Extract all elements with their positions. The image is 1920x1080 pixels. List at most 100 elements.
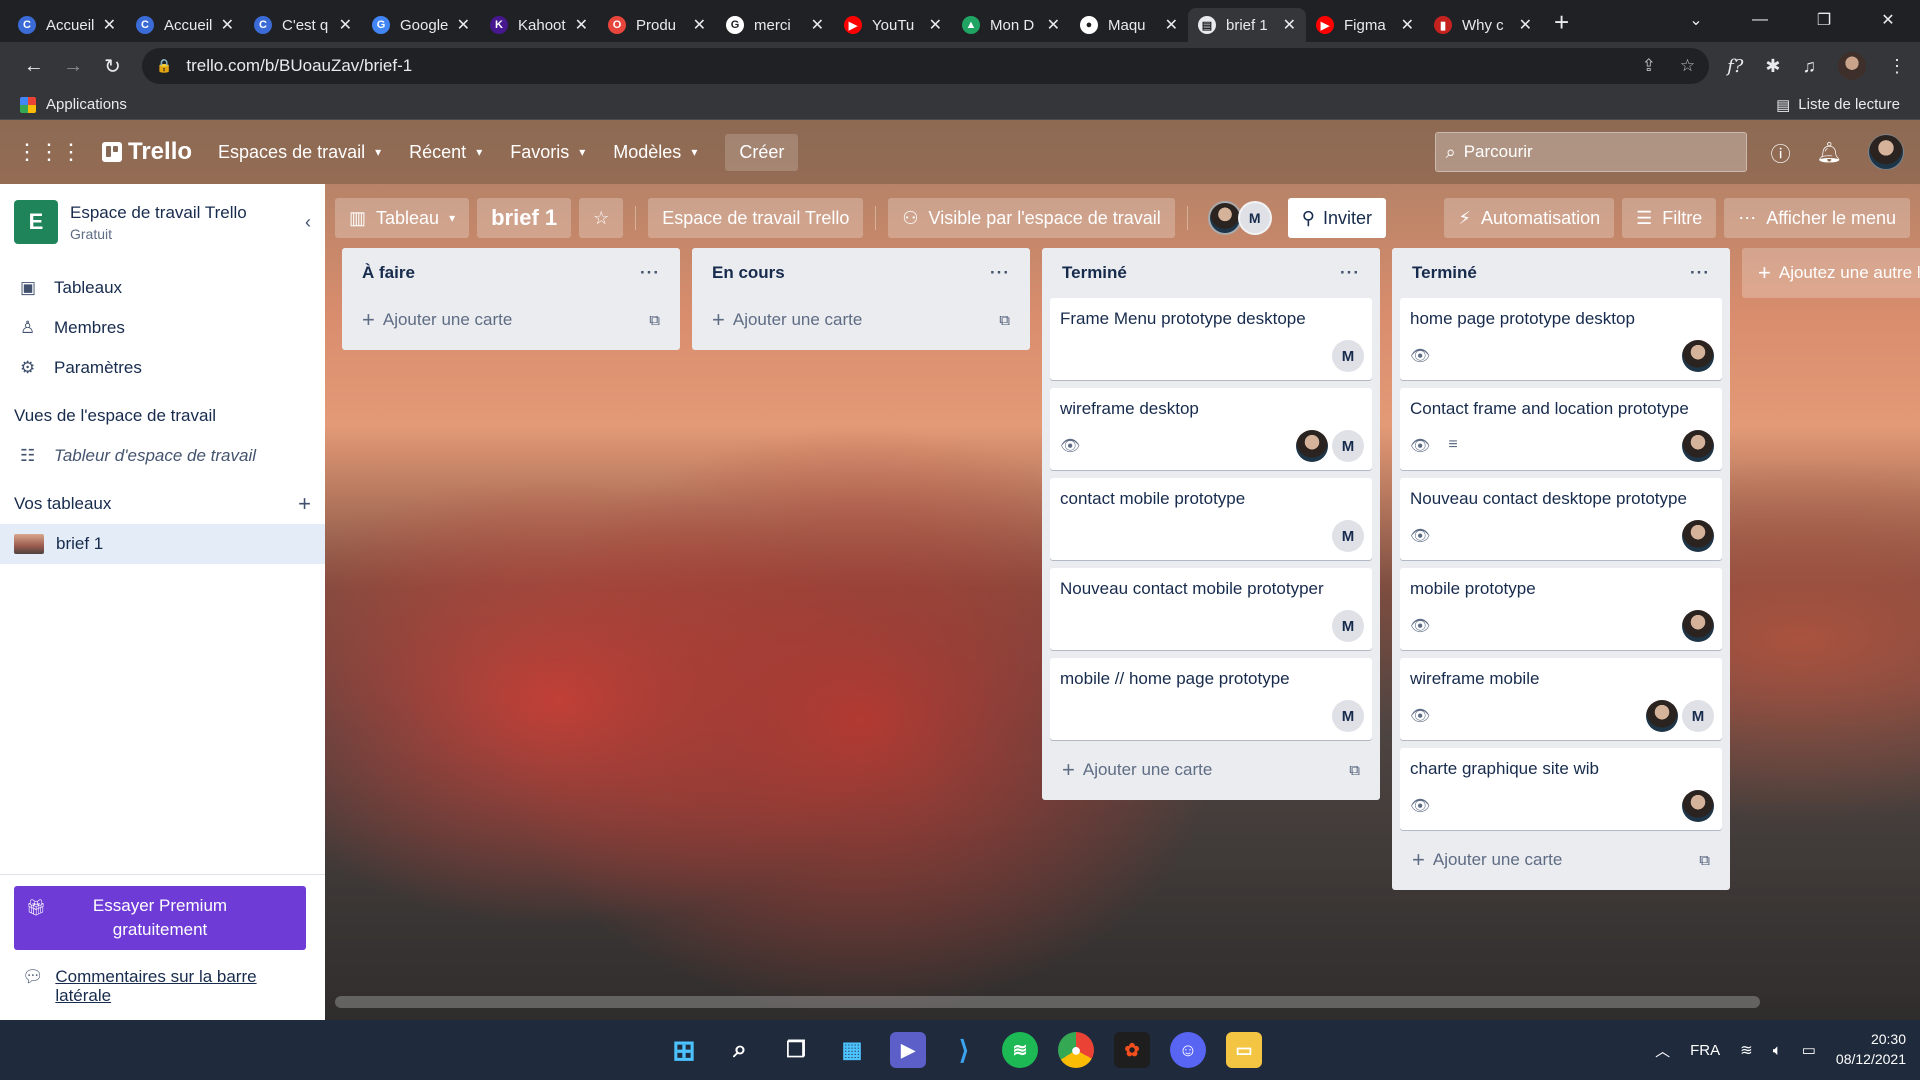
browser-tab[interactable]: ▲ Mon D ✕ xyxy=(952,8,1070,42)
list-header[interactable]: Terminé ··· xyxy=(1050,248,1372,298)
browser-tab[interactable]: C C'est q ✕ xyxy=(244,8,362,42)
member-avatar[interactable] xyxy=(1682,340,1714,372)
info-icon[interactable]: ⓘ xyxy=(1771,138,1791,167)
browser-tab[interactable]: ▮ Why c ✕ xyxy=(1424,8,1542,42)
browser-tab[interactable]: O Produ ✕ xyxy=(598,8,716,42)
member-avatar-m[interactable]: M xyxy=(1332,700,1364,732)
minimize-button[interactable]: — xyxy=(1728,11,1792,29)
extensions-puzzle-icon[interactable]: ✱ xyxy=(1765,56,1780,77)
browser-tab[interactable]: ▶ YouTu ✕ xyxy=(834,8,952,42)
close-tab-icon[interactable]: ✕ xyxy=(1283,15,1296,35)
add-board-plus-icon[interactable]: + xyxy=(298,491,311,517)
list-header[interactable]: Terminé ··· xyxy=(1400,248,1722,298)
add-list-button[interactable]: +Ajoutez une autre liste xyxy=(1742,248,1920,298)
member-avatar[interactable] xyxy=(1207,201,1242,235)
browser-tab[interactable]: ● Maqu ✕ xyxy=(1070,8,1188,42)
list-title[interactable]: À faire xyxy=(362,263,415,283)
card[interactable]: Nouveau contact desktope prototype 👁︎ xyxy=(1400,478,1722,560)
nav-workspaces[interactable]: Espaces de travail ▾ xyxy=(218,142,381,163)
list-menu-icon[interactable]: ··· xyxy=(1340,263,1360,283)
reload-button[interactable]: ↻ xyxy=(93,54,132,79)
card[interactable]: wireframe desktop 👁︎ M xyxy=(1050,388,1372,470)
sidebar-item-settings[interactable]: ⚙ Paramètres xyxy=(0,348,325,388)
close-window-button[interactable]: ✕ xyxy=(1856,10,1920,30)
search-icon[interactable]: ⌕ xyxy=(722,1032,758,1068)
filter-button[interactable]: ☰ Filtre xyxy=(1622,198,1717,238)
bookmark-applications[interactable]: Applications xyxy=(46,96,127,113)
card[interactable]: Nouveau contact mobile prototyper M xyxy=(1050,568,1372,650)
close-tab-icon[interactable]: ✕ xyxy=(1519,15,1532,35)
bookmark-star-icon[interactable]: ☆ xyxy=(1680,56,1695,76)
sidebar-feedback-link[interactable]: 💬︎ Commentaires sur la barre latérale xyxy=(22,967,312,1006)
clock[interactable]: 20:30 08/12/2021 xyxy=(1836,1030,1906,1069)
list-header[interactable]: À faire ··· xyxy=(350,248,672,298)
close-tab-icon[interactable]: ✕ xyxy=(1165,15,1178,35)
tray-chevron-up-icon[interactable]: ︿ xyxy=(1655,1040,1670,1061)
browser-tab[interactable]: C Accueil ✕ xyxy=(8,8,126,42)
list-title[interactable]: Terminé xyxy=(1062,263,1127,283)
card-template-icon[interactable]: ⧉ xyxy=(649,312,660,329)
add-card-button[interactable]: + Ajouter une carte ⧉ xyxy=(700,298,1022,342)
task-view-icon[interactable]: ❐ xyxy=(778,1032,814,1068)
member-avatar[interactable] xyxy=(1682,790,1714,822)
sidebar-item-boards[interactable]: ▣ Tableaux xyxy=(0,268,325,308)
share-icon[interactable]: ⇪ xyxy=(1642,56,1656,76)
add-card-button[interactable]: + Ajouter une carte ⧉ xyxy=(350,298,672,342)
trello-logo[interactable]: Trello xyxy=(102,138,192,166)
board-list[interactable]: Terminé ··· home page prototype desktop 👁︎ C… xyxy=(1392,248,1730,890)
close-tab-icon[interactable]: ✕ xyxy=(457,15,470,35)
forward-button[interactable]: → xyxy=(53,55,92,78)
list-menu-icon[interactable]: ··· xyxy=(640,263,660,283)
close-tab-icon[interactable]: ✕ xyxy=(103,15,116,35)
nav-templates[interactable]: Modèles ▾ xyxy=(613,142,697,163)
member-avatar[interactable] xyxy=(1296,430,1328,462)
card[interactable]: mobile prototype 👁︎ xyxy=(1400,568,1722,650)
member-avatar-m[interactable]: M xyxy=(1332,340,1364,372)
close-tab-icon[interactable]: ✕ xyxy=(1401,15,1414,35)
tab-search-icon[interactable]: ⌄ xyxy=(1664,10,1728,30)
volume-icon[interactable]: 🔈︎ xyxy=(1773,1042,1782,1059)
card[interactable]: home page prototype desktop 👁︎ xyxy=(1400,298,1722,380)
member-avatar[interactable] xyxy=(1646,700,1678,732)
board-list[interactable]: En cours ··· + Ajouter une carte ⧉ xyxy=(692,248,1030,350)
figma-icon[interactable]: ✿ xyxy=(1114,1032,1150,1068)
member-avatar[interactable] xyxy=(1682,520,1714,552)
member-avatar[interactable] xyxy=(1682,430,1714,462)
view-switcher[interactable]: ▥ Tableau ▾ xyxy=(335,198,470,238)
visibility-button[interactable]: ⚇ Visible par l'espace de travail xyxy=(888,198,1175,238)
card[interactable]: Frame Menu prototype desktope M xyxy=(1050,298,1372,380)
close-tab-icon[interactable]: ✕ xyxy=(575,15,588,35)
media-control-icon[interactable]: ♫ xyxy=(1803,56,1817,77)
member-avatar-m[interactable]: M xyxy=(1332,610,1364,642)
language-indicator[interactable]: FRA xyxy=(1690,1042,1720,1059)
close-tab-icon[interactable]: ✕ xyxy=(221,15,234,35)
list-menu-icon[interactable]: ··· xyxy=(1690,263,1710,283)
close-tab-icon[interactable]: ✕ xyxy=(693,15,706,35)
list-title[interactable]: En cours xyxy=(712,263,785,283)
member-avatar-m[interactable]: M xyxy=(1682,700,1714,732)
teams-chat-icon[interactable]: ▶ xyxy=(890,1032,926,1068)
workspace-button[interactable]: Espace de travail Trello xyxy=(648,198,864,238)
board-title[interactable]: brief 1 xyxy=(477,198,572,238)
list-title[interactable]: Terminé xyxy=(1412,263,1477,283)
extension-f-icon[interactable]: f? xyxy=(1727,56,1743,77)
reading-list-button[interactable]: ▤ Liste de lecture xyxy=(1776,96,1900,114)
close-tab-icon[interactable]: ✕ xyxy=(811,15,824,35)
card[interactable]: wireframe mobile 👁︎ M xyxy=(1400,658,1722,740)
sidebar-board-brief-1[interactable]: brief 1 xyxy=(0,524,325,564)
member-avatar-m[interactable]: M xyxy=(1237,201,1272,235)
start-windows-icon[interactable]: ⊞ xyxy=(666,1032,702,1068)
close-tab-icon[interactable]: ✕ xyxy=(929,15,942,35)
chrome-menu-icon[interactable]: ⋮ xyxy=(1888,56,1906,77)
search-input[interactable]: ⌕ Parcourir xyxy=(1434,132,1747,172)
browser-tab[interactable]: ▤ brief 1 ✕ xyxy=(1188,8,1306,42)
browser-tab[interactable]: G Google ✕ xyxy=(362,8,480,42)
app-switcher-icon[interactable]: ⋮⋮⋮ xyxy=(16,139,82,165)
nav-recent[interactable]: Récent ▾ xyxy=(409,142,482,163)
card[interactable]: charte graphique site wib 👁︎ xyxy=(1400,748,1722,830)
close-tab-icon[interactable]: ✕ xyxy=(339,15,352,35)
member-avatar[interactable] xyxy=(1682,610,1714,642)
show-menu-button[interactable]: ⋯ Afficher le menu xyxy=(1724,198,1910,238)
automation-button[interactable]: ⚡︎ Automatisation xyxy=(1444,198,1615,238)
card-template-icon[interactable]: ⧉ xyxy=(1699,852,1710,869)
